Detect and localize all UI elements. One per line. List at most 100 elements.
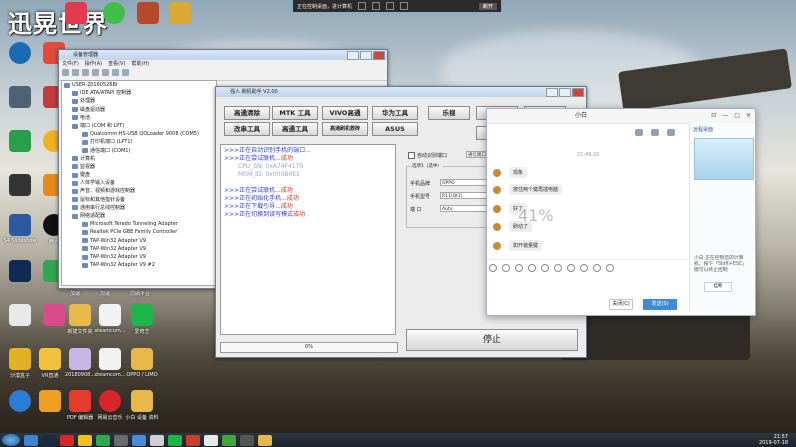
desktop-icon[interactable] [2,86,38,110]
tree-node[interactable]: 声音、视频和游戏控制器 [62,187,216,195]
desktop-icon[interactable]: S4 Slideshow [2,214,38,244]
desktop-icon[interactable]: steamcom... [92,348,128,378]
tree-node[interactable]: 通用串行总线控制器 [62,204,216,212]
back-icon[interactable] [62,69,69,76]
tree-node[interactable]: 人体学输入设备 [62,179,216,187]
desktop-icon-wechat[interactable] [96,2,132,26]
tree-node[interactable]: TAP-Win32 Adapter V9 [62,245,216,253]
app-icon[interactable] [150,434,164,446]
desktop-icon[interactable]: 网易云音乐 [92,390,128,421]
iqiyi-icon[interactable] [168,434,182,446]
desktop-icon[interactable]: OPPO / LIMO [124,348,160,378]
help-icon[interactable] [92,69,99,76]
tree-node[interactable]: TAP-Win32 Adapter V9 #2 [62,261,216,269]
app-icon[interactable] [114,434,128,446]
app-icon[interactable] [240,434,254,446]
qualcomm-unbrick-button[interactable]: 高通刷机救砖 [322,122,368,136]
tree-node[interactable]: 电池 [62,114,216,122]
send-button[interactable]: 发送(S) [643,299,677,310]
tree-node[interactable]: USER-20160526BI [62,81,216,89]
desktop-icon[interactable]: 小白 设备 资料 [124,390,160,421]
scan-icon[interactable] [102,69,109,76]
menu-file[interactable]: 文件(F) [62,60,79,68]
serial-edit-button[interactable]: 改串工具 [224,122,270,136]
app-icon[interactable] [132,434,146,446]
auto-port-checkbox[interactable] [408,152,415,159]
tree-node[interactable]: 磁盘驱动器 [62,106,216,114]
tree-node[interactable]: 通信端口 (COM1) [62,147,216,155]
desktop-icon-game[interactable] [130,2,166,26]
minimize-button[interactable] [347,51,359,60]
mtk-tool-button[interactable]: MTK 工具 [272,106,318,120]
video-call-icon[interactable] [651,129,659,136]
letv-button[interactable]: 乐视 [428,106,470,120]
menu-help[interactable]: 帮助(H) [131,60,149,68]
app-icon[interactable] [186,434,200,446]
update-icon[interactable] [112,69,119,76]
qualcomm-clear-button[interactable]: 高通清除 [224,106,270,120]
desktop-icon[interactable] [2,174,38,198]
menu-action[interactable]: 操作(A) [85,60,102,68]
close-chat-button[interactable]: 关闭(C) [609,299,633,310]
tree-node[interactable]: TAP-Win32 Adapter V9 [62,253,216,261]
chrome-icon[interactable] [78,434,92,446]
desktop-icon-archive[interactable] [162,2,198,26]
image-icon[interactable] [541,264,549,272]
more-icon[interactable] [606,264,614,272]
tree-node[interactable]: Qualcomm HS-USB QDLoader 9008 (COM5) [62,130,216,138]
window-icon[interactable] [372,2,381,10]
mic-icon[interactable] [593,264,601,272]
browser-icon[interactable] [24,434,38,446]
tree-node[interactable]: Microsoft Teredo Tunneling Adapter [62,220,216,228]
maximize-button[interactable]: □ [734,109,740,123]
minimize-button[interactable] [546,88,558,97]
close-button[interactable]: ✕ [746,109,751,123]
menu-view[interactable]: 查看(V) [108,60,125,68]
settings-icon[interactable] [386,2,395,10]
model-input[interactable]: R11(Qt1) [440,192,488,199]
sound-icon[interactable] [400,2,409,10]
vivo-qualcomm-button[interactable]: VIVO高通 [322,106,368,120]
tree-node[interactable]: 网络适配器 [62,212,216,220]
scissors-icon[interactable] [515,264,523,272]
doc-icon[interactable] [580,264,588,272]
app-icon[interactable] [222,434,236,446]
qualcomm-tool-button[interactable]: 高通工具 [272,122,318,136]
disable-icon[interactable] [122,69,129,76]
huawei-tool-button[interactable]: 华为工具 [372,106,418,120]
tree-node[interactable]: 端口 (COM 和 LPT) [62,122,216,130]
desktop-icon-app[interactable] [58,2,94,26]
music-icon[interactable] [60,434,74,446]
tree-node[interactable]: TAP-Win32 Adapter V9 [62,237,216,245]
folder-icon[interactable] [258,434,272,446]
folder-icon[interactable] [528,264,536,272]
desktop-icon[interactable] [2,260,38,284]
hangup-button[interactable]: 挂断 [704,282,732,292]
clock[interactable]: 21:57 2019-07-18 [759,434,788,446]
close-button[interactable] [572,88,584,97]
more-icon[interactable] [667,129,675,136]
asus-button[interactable]: ASUS [372,122,418,136]
chat-input[interactable] [489,273,685,295]
tree-node[interactable]: 监视器 [62,163,216,171]
emoji-icon[interactable] [489,264,497,272]
disconnect-button[interactable]: 断开 [478,2,497,10]
tree-node[interactable]: 处理器 [62,97,216,105]
tree-node[interactable]: 打印机端口 (LPT1) [62,138,216,146]
pin-icon[interactable]: ⊡ [711,109,716,123]
fullscreen-icon[interactable] [358,2,367,10]
forward-icon[interactable] [72,69,79,76]
voice-call-icon[interactable] [635,129,643,136]
tree-node[interactable]: 鼠标和其他指针设备 [62,196,216,204]
app-icon[interactable] [204,434,218,446]
desktop-icon[interactable] [2,130,38,154]
app-icon[interactable] [96,434,110,446]
brand-input[interactable]: OPPO [440,179,488,186]
desktop-icon[interactable]: 爱奇艺 [124,304,160,335]
properties-icon[interactable] [82,69,89,76]
phone-icon[interactable] [567,264,575,272]
minimize-button[interactable]: — [722,109,728,123]
tree-node[interactable]: 计算机 [62,155,216,163]
stop-button[interactable]: 停止 [406,329,578,351]
screen-share-icon[interactable] [554,264,562,272]
